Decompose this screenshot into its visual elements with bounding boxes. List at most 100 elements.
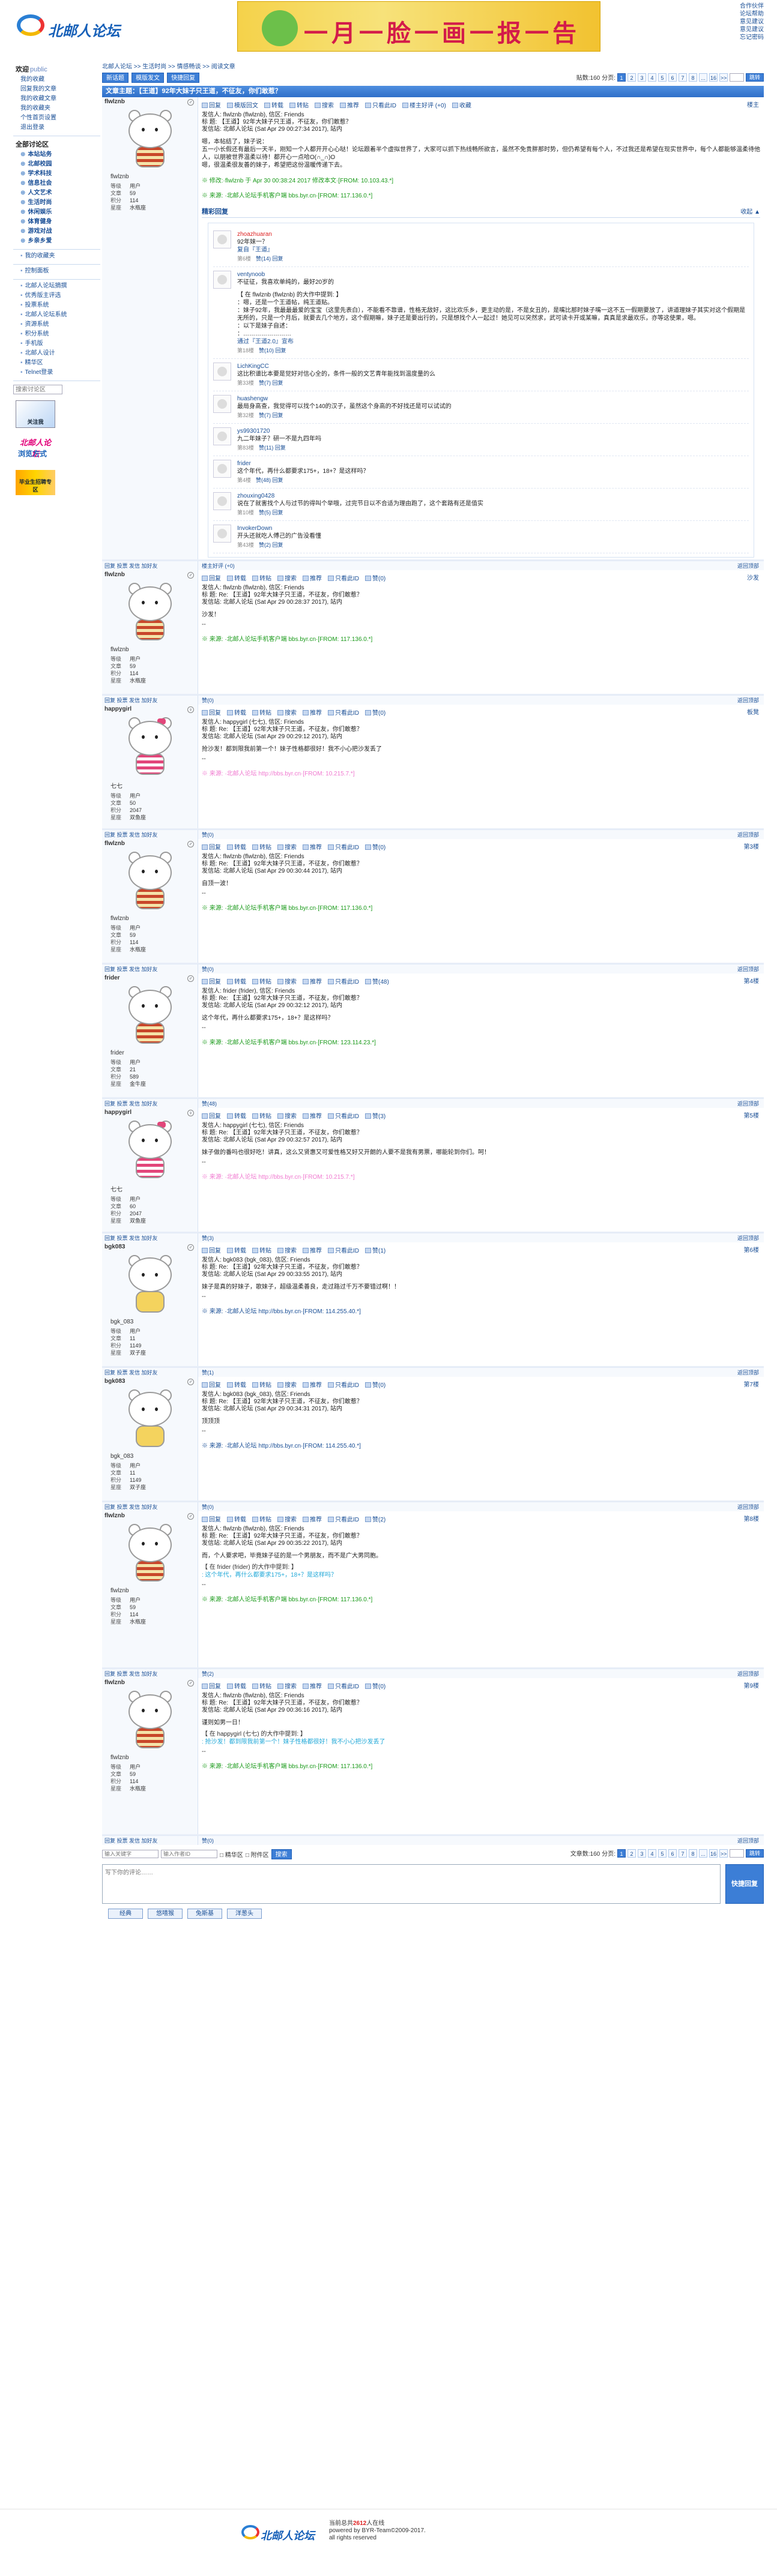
board-item[interactable]: 学术科技	[13, 169, 100, 179]
page-jump-input[interactable]	[730, 73, 744, 82]
top-link[interactable]: 忘记密码	[740, 34, 764, 41]
floor-label[interactable]: 第4楼	[743, 976, 759, 985]
post-action-button[interactable]: 转载	[227, 1681, 246, 1690]
page-number-button[interactable]: 8	[689, 73, 697, 82]
author-name[interactable]: bgk083	[104, 1378, 195, 1385]
other-link-item[interactable]: Telnet登录	[13, 368, 100, 378]
my-link-item[interactable]: 我的收藏夹	[13, 104, 100, 113]
page-number-button[interactable]: ...	[699, 1849, 707, 1858]
post-action-button[interactable]: 回复	[202, 842, 221, 851]
other-link-item[interactable]: 积分系统	[13, 330, 100, 339]
reply-author[interactable]: LichKingCC	[237, 363, 749, 370]
welcome-user[interactable]: public	[30, 66, 47, 73]
emoji-tab-rabbit[interactable]: 兔斯基	[187, 1909, 222, 1919]
post-action-button[interactable]: 搜索	[277, 1245, 297, 1254]
post-action-button[interactable]: 只看此ID	[328, 1681, 359, 1690]
page-jump-button-bottom[interactable]: 跳转	[746, 1849, 764, 1858]
post-action-button[interactable]: 推荐	[340, 100, 359, 109]
post-action-button[interactable]: 搜索	[277, 708, 297, 717]
post-footer-actions[interactable]: 回复 投票 发信 加好友	[102, 1099, 198, 1108]
page-number-button[interactable]: 5	[658, 1849, 667, 1858]
floor-label[interactable]: 第9楼	[743, 1681, 759, 1690]
floor-label[interactable]: 第7楼	[743, 1379, 759, 1388]
avatar[interactable]	[120, 1254, 180, 1317]
page-number-button[interactable]: 8	[689, 1849, 697, 1858]
avatar[interactable]	[120, 109, 180, 172]
promo-jobs[interactable]: 毕业生招聘专区	[16, 470, 55, 495]
reply-floor[interactable]: 第10楼	[237, 510, 254, 516]
post-action-button[interactable]: 只看此ID	[328, 977, 359, 986]
my-link-item[interactable]: 我的收藏	[13, 75, 100, 85]
board-item-label[interactable]: 乡亲乡爱	[28, 238, 52, 244]
post-action-button[interactable]: 赞(0)	[365, 708, 385, 717]
post-action-button[interactable]: 转贴	[252, 1681, 271, 1690]
quick-reply-button[interactable]: 快捷回复	[167, 73, 200, 83]
post-action-button[interactable]: 楼主好评 (+0)	[402, 100, 446, 109]
post-action-button[interactable]: 搜索	[277, 1111, 297, 1120]
my-link-item[interactable]: 回复我的文章	[13, 85, 100, 94]
post-action-button[interactable]: 只看此ID	[328, 1111, 359, 1120]
board-item-label[interactable]: 体育健身	[28, 218, 52, 225]
other-link-item[interactable]: 优秀版主评选	[13, 291, 100, 301]
post-footer-actions[interactable]: 回复 投票 发信 加好友	[102, 696, 198, 705]
attach-checkbox[interactable]: □ 附件区	[246, 1850, 269, 1859]
reply-source-link[interactable]: 复自『王道』	[237, 246, 749, 254]
back-to-top-link[interactable]: 返回顶部	[737, 964, 759, 974]
reply-meta-actions[interactable]: 赞(48) 回复	[256, 477, 283, 483]
board-item-label[interactable]: 信息社会	[28, 180, 52, 187]
post-footer-actions[interactable]: 回复 投票 发信 加好友	[102, 964, 198, 974]
post-action-button[interactable]: 转贴	[252, 1111, 271, 1120]
other-link-label[interactable]: 手机版	[25, 340, 43, 347]
other-link-label[interactable]: 精华区	[25, 360, 43, 366]
reply-source-link[interactable]: 通过『王道2.0』宣布	[237, 338, 749, 346]
reply-author[interactable]: InvokerDown	[237, 525, 749, 532]
site-logo[interactable]: 北邮人论坛	[13, 10, 121, 40]
my-link-text[interactable]: 我的收藏	[20, 76, 44, 83]
post-action-button[interactable]: 转载	[227, 842, 246, 851]
post-action-button[interactable]: 推荐	[303, 842, 322, 851]
post-action-button[interactable]: 转载	[227, 977, 246, 986]
post-action-button[interactable]: 回复	[202, 1514, 221, 1523]
back-to-top-link[interactable]: 返回顶部	[737, 1368, 759, 1377]
post-action-button[interactable]: 只看此ID	[328, 573, 359, 582]
post-action-button[interactable]: 转贴	[252, 708, 271, 717]
board-item-label[interactable]: 人文艺术	[28, 190, 52, 196]
page-jump-button[interactable]: 跳转	[746, 73, 764, 82]
back-to-top-link[interactable]: 返回顶部	[737, 830, 759, 840]
my-link-text[interactable]: 我的收藏夹	[20, 105, 50, 112]
post-action-button[interactable]: 搜索	[277, 573, 297, 582]
author-name[interactable]: happygirl	[104, 1109, 195, 1116]
post-action-button[interactable]: 搜索	[277, 1380, 297, 1389]
search-button[interactable]: 搜索	[271, 1849, 292, 1859]
post-action-button[interactable]: 推荐	[303, 573, 322, 582]
avatar[interactable]	[120, 1690, 180, 1753]
reply-meta-actions[interactable]: 赞(10) 回复	[259, 348, 286, 354]
reply-floor[interactable]: 第33楼	[237, 380, 254, 386]
author-search-input[interactable]	[161, 1850, 217, 1858]
other-link-label[interactable]: 积分系统	[25, 331, 49, 337]
page-jump-input-bottom[interactable]	[730, 1849, 744, 1858]
floor-label[interactable]: 楼主	[747, 100, 759, 109]
page-number-button[interactable]: 16	[709, 73, 718, 82]
other-link-item[interactable]: 手机版	[13, 339, 100, 349]
my-link-item[interactable]: 个性首页设置	[13, 113, 100, 123]
page-number-button[interactable]: 6	[668, 1849, 677, 1858]
page-number-button[interactable]: 7	[679, 1849, 687, 1858]
post-action-button[interactable]: 转贴	[289, 100, 309, 109]
top-link[interactable]: 合作伙伴	[740, 2, 764, 10]
reply-floor[interactable]: 第83楼	[237, 445, 254, 451]
post-action-button[interactable]: 搜索	[315, 100, 334, 109]
other-link-label[interactable]: 投票系统	[25, 302, 49, 308]
post-action-button[interactable]: 只看此ID	[328, 708, 359, 717]
post-action-button[interactable]: 搜索	[277, 1514, 297, 1523]
author-name[interactable]: flwlznb	[104, 571, 195, 578]
reply-floor[interactable]: 第43楼	[237, 542, 254, 548]
avatar[interactable]	[120, 1119, 180, 1183]
reply-meta-actions[interactable]: 赞(5) 回复	[259, 510, 283, 516]
footer-logo[interactable]: 北邮人论坛	[239, 2519, 323, 2543]
board-item[interactable]: 游戏对战	[13, 227, 100, 236]
page-number-button[interactable]: 16	[709, 1849, 718, 1858]
page-number-button[interactable]: 4	[648, 73, 656, 82]
author-name[interactable]: flwlznb	[104, 1512, 195, 1519]
post-action-button[interactable]: 赞(1)	[365, 1245, 385, 1254]
